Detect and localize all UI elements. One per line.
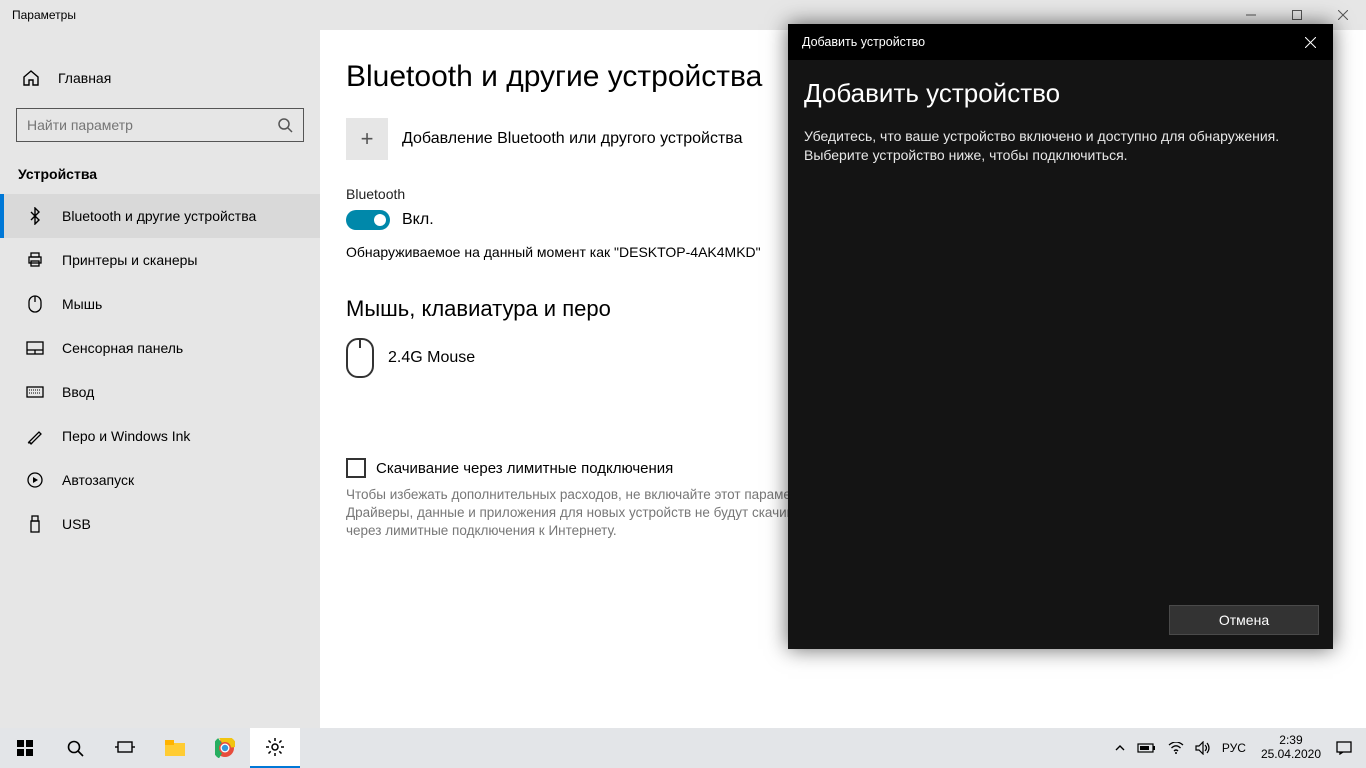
pen-icon: [26, 427, 44, 445]
battery-icon[interactable]: [1133, 742, 1161, 754]
search-icon: [277, 117, 293, 133]
checkbox-icon: [346, 458, 366, 478]
clock[interactable]: 2:39 25.04.2020: [1261, 734, 1321, 762]
category-header: Устройства: [0, 156, 320, 194]
bluetooth-toggle[interactable]: [346, 210, 390, 230]
explorer-taskbar-icon[interactable]: [150, 728, 200, 768]
keyboard-icon: [26, 383, 44, 401]
sidebar-item-usb[interactable]: USB: [0, 502, 320, 546]
plus-icon: +: [346, 118, 388, 160]
sidebar-item-label: Мышь: [62, 296, 102, 312]
sidebar-item-autoplay[interactable]: Автозапуск: [0, 458, 320, 502]
sidebar-item-label: Сенсорная панель: [62, 340, 183, 356]
clock-time: 2:39: [1261, 734, 1321, 748]
search-input[interactable]: [27, 117, 277, 133]
bluetooth-icon: [26, 207, 44, 225]
sidebar-item-mouse[interactable]: Мышь: [0, 282, 320, 326]
dialog-description: Убедитесь, что ваше устройство включено …: [804, 127, 1317, 165]
sidebar-item-label: Bluetooth и другие устройства: [62, 208, 256, 224]
sidebar-item-label: Перо и Windows Ink: [62, 428, 190, 444]
taskbar-left: [0, 728, 300, 768]
clock-date: 25.04.2020: [1261, 748, 1321, 762]
usb-icon: [26, 515, 44, 533]
home-label: Главная: [58, 70, 111, 86]
tray-overflow-icon[interactable]: [1110, 742, 1130, 754]
settings-taskbar-icon[interactable]: [250, 728, 300, 768]
dialog-titlebar: Добавить устройство: [788, 24, 1333, 60]
volume-icon[interactable]: [1191, 741, 1215, 755]
wifi-icon[interactable]: [1164, 742, 1188, 754]
start-button[interactable]: [0, 728, 50, 768]
system-tray: РУС 2:39 25.04.2020: [1110, 728, 1366, 768]
dialog-heading: Добавить устройство: [804, 78, 1317, 109]
dialog-titlebar-text: Добавить устройство: [802, 35, 925, 49]
action-center-icon[interactable]: [1332, 741, 1356, 755]
dialog-footer: Отмена: [788, 605, 1333, 649]
metered-description: Чтобы избежать дополнительных расходов, …: [346, 486, 846, 541]
sidebar-item-bluetooth[interactable]: Bluetooth и другие устройства: [0, 194, 320, 238]
sidebar-item-typing[interactable]: Ввод: [0, 370, 320, 414]
mouse-device-icon: [346, 338, 374, 378]
autoplay-icon: [26, 471, 44, 489]
taskbar-search-button[interactable]: [50, 728, 100, 768]
window-title: Параметры: [12, 8, 76, 22]
sidebar-item-label: USB: [62, 516, 91, 532]
sidebar-item-printers[interactable]: Принтеры и сканеры: [0, 238, 320, 282]
touchpad-icon: [26, 339, 44, 357]
taskbar: РУС 2:39 25.04.2020: [0, 728, 1366, 768]
search-box[interactable]: [16, 108, 304, 142]
input-language[interactable]: РУС: [1218, 741, 1250, 755]
mouse-icon: [26, 295, 44, 313]
sidebar-item-label: Ввод: [62, 384, 94, 400]
home-icon: [22, 69, 40, 87]
sidebar-item-label: Принтеры и сканеры: [62, 252, 197, 268]
home-button[interactable]: Главная: [0, 58, 320, 98]
chrome-taskbar-icon[interactable]: [200, 728, 250, 768]
dialog-close-button[interactable]: [1287, 24, 1333, 60]
device-name: 2.4G Mouse: [388, 349, 475, 367]
task-view-button[interactable]: [100, 728, 150, 768]
printer-icon: [26, 251, 44, 269]
sidebar-item-pen[interactable]: Перо и Windows Ink: [0, 414, 320, 458]
add-device-label: Добавление Bluetooth или другого устройс…: [402, 130, 743, 148]
sidebar: Главная Устройства Bluetooth и другие ус…: [0, 30, 320, 728]
add-device-dialog: Добавить устройство Добавить устройство …: [788, 24, 1333, 649]
dialog-body: Добавить устройство Убедитесь, что ваше …: [788, 60, 1333, 605]
toggle-state-label: Вкл.: [402, 211, 434, 229]
sidebar-item-label: Автозапуск: [62, 472, 134, 488]
sidebar-item-touchpad[interactable]: Сенсорная панель: [0, 326, 320, 370]
cancel-button[interactable]: Отмена: [1169, 605, 1319, 635]
metered-checkbox-label: Скачивание через лимитные подключения: [376, 460, 673, 477]
